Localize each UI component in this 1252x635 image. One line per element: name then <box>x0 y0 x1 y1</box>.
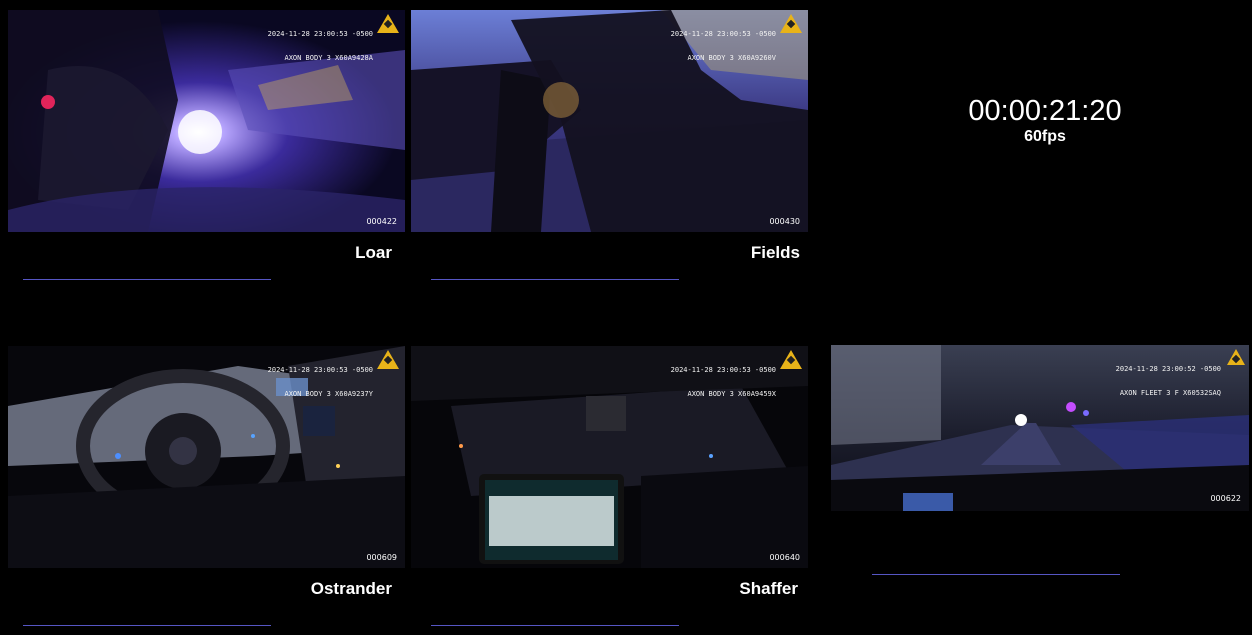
frame-counter: 000422 <box>366 217 397 226</box>
device-id: AXON BODY 3 X60A9459X <box>687 390 776 398</box>
progress-bar-fleet[interactable] <box>872 574 1120 575</box>
axon-logo-icon <box>377 350 399 369</box>
frame-rate: 60fps <box>1024 128 1066 145</box>
timestamp-overlay: 2024-11-28 23:00:53 -0500 AXON BODY 3 X6… <box>671 14 776 78</box>
timestamp-overlay: 2024-11-28 23:00:53 -0500 AXON BODY 3 X6… <box>268 14 373 78</box>
video-tile-loar[interactable]: 2024-11-28 23:00:53 -0500 AXON BODY 3 X6… <box>8 10 405 232</box>
camera-label-fields: Fields <box>750 243 800 262</box>
timestamp-overlay: 2024-11-28 23:00:53 -0500 AXON BODY 3 X6… <box>268 350 373 414</box>
progress-bar-ostrander[interactable] <box>23 625 271 626</box>
timestamp-overlay: 2024-11-28 23:00:52 -0500 AXON FLEET 3 F… <box>1116 349 1221 413</box>
device-id: AXON FLEET 3 F X60532SAQ <box>1119 389 1221 397</box>
camera-label-loar: Loar <box>355 243 392 262</box>
progress-bar-fields[interactable] <box>431 279 679 280</box>
axon-logo-icon <box>1227 349 1245 365</box>
timecode-display: 00:00:21:20 60fps <box>920 94 1170 146</box>
progress-bar-loar[interactable] <box>23 279 271 280</box>
camera-label-shaffer: Shaffer <box>739 579 798 598</box>
device-id: AXON BODY 3 X60A9428A <box>284 54 373 62</box>
device-id: AXON BODY 3 X60A9260V <box>687 54 776 62</box>
timecode: 00:00:21:20 <box>968 95 1122 127</box>
axon-logo-icon <box>377 14 399 33</box>
frame-counter: 000622 <box>1210 494 1241 503</box>
video-tile-fleet[interactable]: 2024-11-28 23:00:52 -0500 AXON FLEET 3 F… <box>831 345 1249 511</box>
video-tile-shaffer[interactable]: 2024-11-28 23:00:53 -0500 AXON BODY 3 X6… <box>411 346 808 568</box>
video-tile-ostrander[interactable]: 2024-11-28 23:00:53 -0500 AXON BODY 3 X6… <box>8 346 405 568</box>
timestamp: 2024-11-28 23:00:52 -0500 <box>1115 365 1221 373</box>
axon-logo-icon <box>780 350 802 369</box>
device-id: AXON BODY 3 X60A9237Y <box>284 390 373 398</box>
frame-counter: 000640 <box>769 553 800 562</box>
camera-label-ostrander: Ostrander <box>310 579 392 598</box>
timestamp: 2024-11-28 23:00:53 -0500 <box>267 366 373 374</box>
video-tile-fields[interactable]: 2024-11-28 23:00:53 -0500 AXON BODY 3 X6… <box>411 10 808 232</box>
timestamp: 2024-11-28 23:00:53 -0500 <box>670 366 776 374</box>
timestamp-overlay: 2024-11-28 23:00:53 -0500 AXON BODY 3 X6… <box>671 350 776 414</box>
timestamp: 2024-11-28 23:00:53 -0500 <box>670 30 776 38</box>
frame-counter: 000430 <box>769 217 800 226</box>
timestamp: 2024-11-28 23:00:53 -0500 <box>267 30 373 38</box>
progress-bar-shaffer[interactable] <box>431 625 679 626</box>
axon-logo-icon <box>780 14 802 33</box>
frame-counter: 000609 <box>366 553 397 562</box>
